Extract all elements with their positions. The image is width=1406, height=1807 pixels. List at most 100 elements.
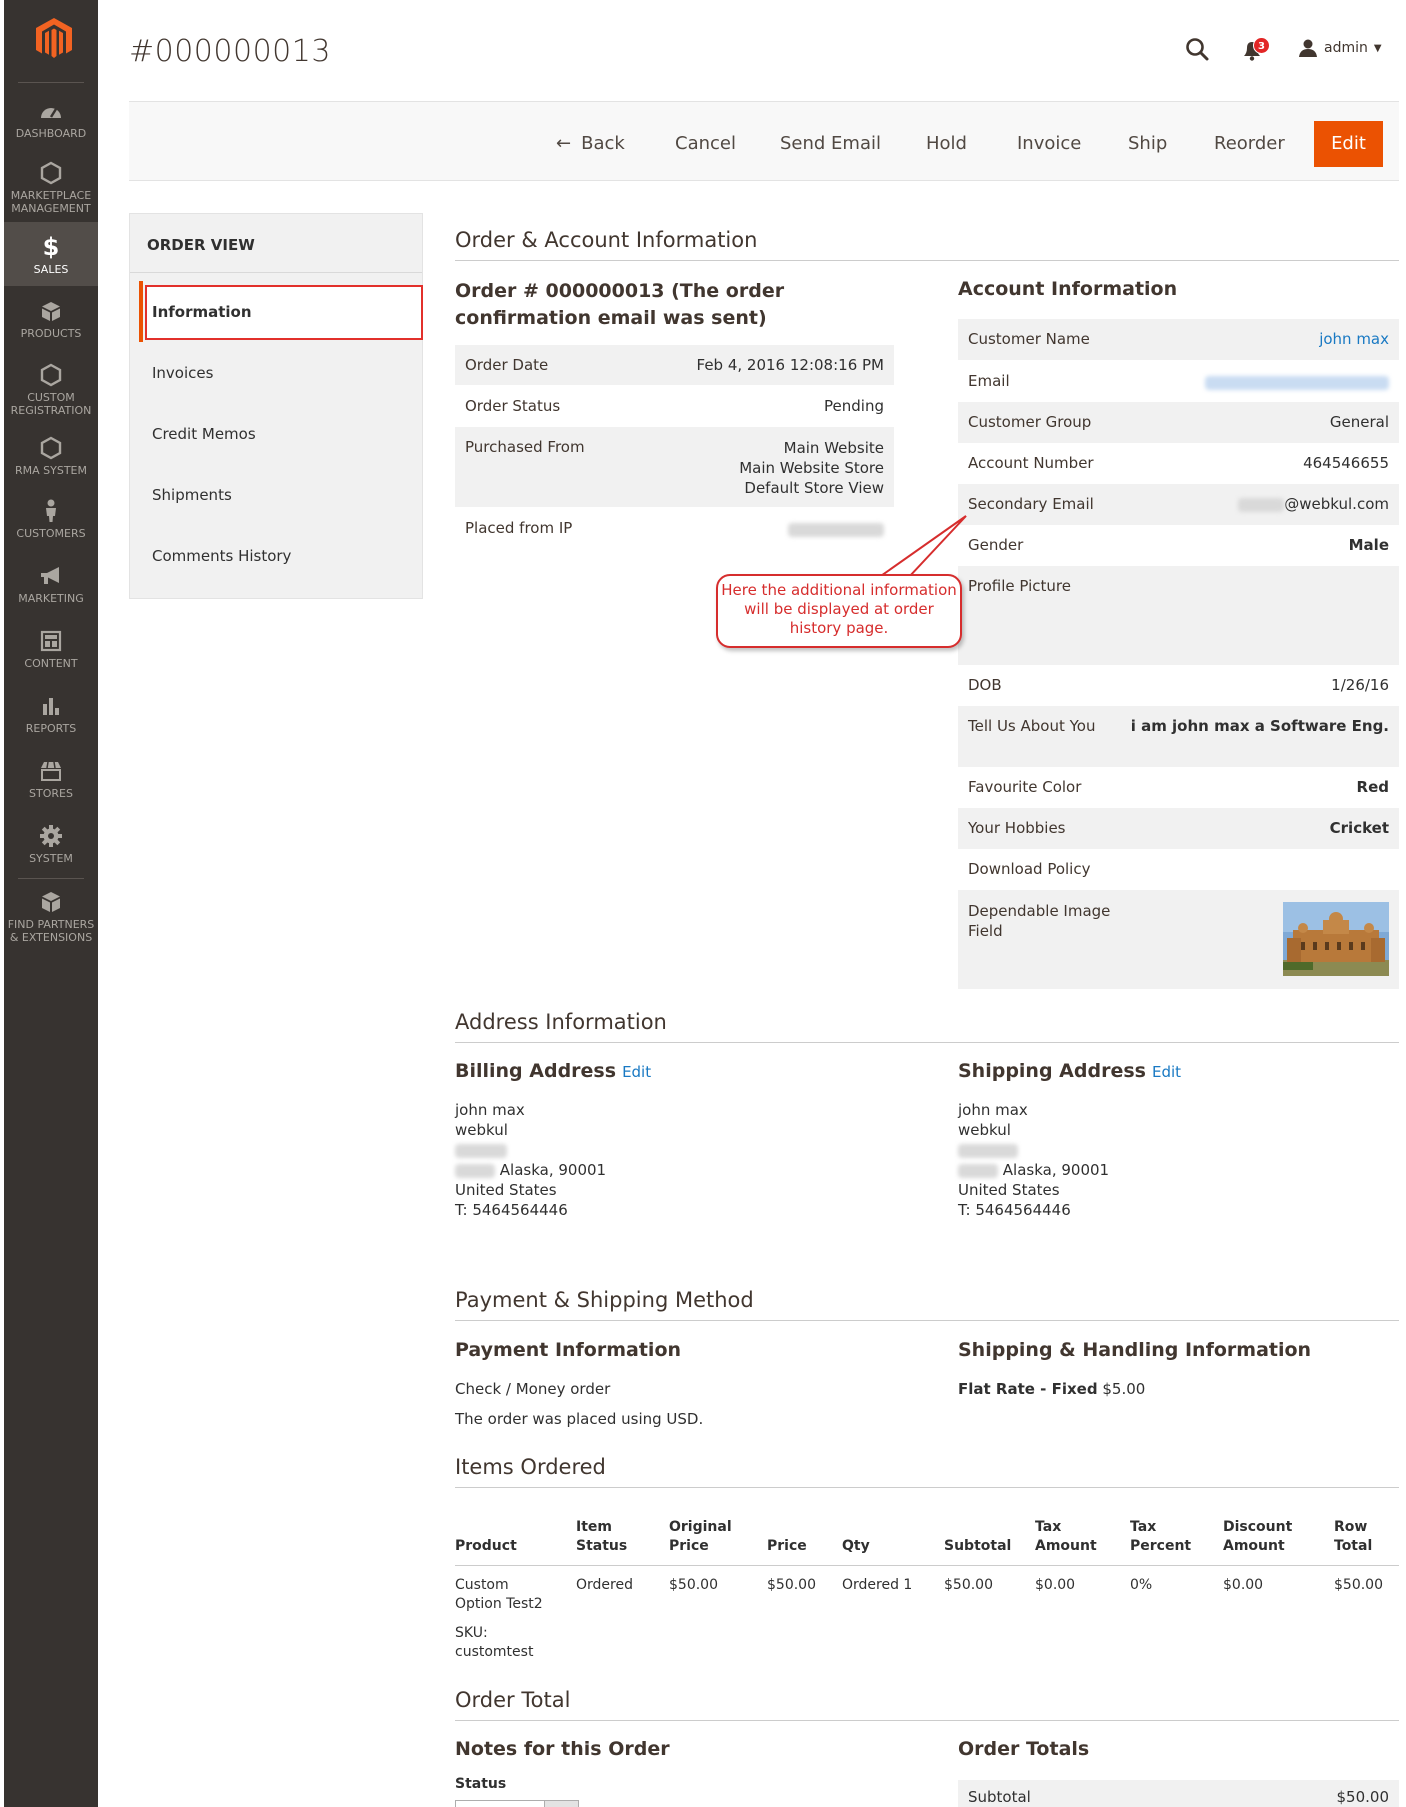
dollar-icon: $ <box>42 233 60 261</box>
nav-marketing[interactable]: MARKETING <box>4 563 98 609</box>
nav-products[interactable]: PRODUCTS <box>4 298 98 344</box>
dob-row: DOB 1/26/16 <box>968 676 1389 694</box>
cube-icon <box>38 298 64 324</box>
redacted-email[interactable] <box>1205 373 1389 391</box>
redacted-street <box>958 1140 1109 1160</box>
dashboard-icon <box>38 98 64 124</box>
search-icon[interactable] <box>1184 36 1210 62</box>
tabs-divider <box>130 272 422 273</box>
order-account-section-title: Order & Account Information <box>455 228 1399 261</box>
product-name: Custom Option Test2 <box>455 1577 543 1612</box>
ship-button[interactable]: Ship <box>1128 124 1167 164</box>
tab-shipments[interactable]: Shipments <box>152 486 232 504</box>
annotation-callout: Here the additional information will be … <box>716 574 962 648</box>
your-hobbies-row: Your Hobbies Cricket <box>958 808 1399 849</box>
megaphone-icon <box>38 563 64 589</box>
billing-heading: Billing Address Edit <box>455 1060 652 1082</box>
arrow-left-icon: ← <box>556 133 572 154</box>
favourite-color-row: Favourite Color Red <box>968 778 1389 796</box>
sku-label: SKU: <box>455 1625 488 1641</box>
email-row: Email <box>958 361 1399 402</box>
placed-from-ip-row: Placed from IP <box>455 508 894 548</box>
page-actions-toolbar: ← Back Cancel Send Email Hold Invoice Sh… <box>129 101 1399 181</box>
bar-chart-icon <box>38 693 64 719</box>
nav-system[interactable]: SYSTEM <box>4 823 98 869</box>
user-name: admin <box>1324 40 1368 56</box>
account-heading: Account Information <box>958 278 1178 300</box>
send-email-button[interactable]: Send Email <box>780 124 881 164</box>
cancel-button[interactable]: Cancel <box>675 124 736 164</box>
tab-invoices[interactable]: Invoices <box>152 364 213 382</box>
payment-section-title: Payment & Shipping Method <box>455 1288 1399 1321</box>
callout-pointer <box>876 515 967 578</box>
nav-find-partners[interactable]: FIND PARTNERS & EXTENSIONS <box>4 889 98 949</box>
notes-heading: Notes for this Order <box>455 1738 670 1760</box>
order-heading: Order # 000000013 (The order confirmatio… <box>455 280 785 329</box>
palace-image[interactable] <box>1283 902 1389 976</box>
sku-value: customtest <box>455 1644 534 1660</box>
shipping-edit-link[interactable]: Edit <box>1152 1063 1181 1081</box>
redacted-street <box>455 1140 606 1160</box>
tell-us-about-you-row: Tell Us About You i am john max a Softwa… <box>958 706 1399 767</box>
address-section-title: Address Information <box>455 1010 1399 1043</box>
nav-reports[interactable]: REPORTS <box>4 693 98 739</box>
page-title: #000000013 <box>129 34 331 69</box>
caret-down-icon: ▼ <box>1373 42 1382 54</box>
hexagon-icon <box>38 362 64 388</box>
user-icon <box>1299 39 1317 57</box>
back-button[interactable]: ← Back <box>556 124 625 164</box>
order-totals-heading: Order Totals <box>958 1738 1090 1760</box>
nav-sales[interactable]: $ SALES <box>4 222 98 286</box>
active-tab-indicator <box>139 281 143 342</box>
invoice-button[interactable]: Invoice <box>1017 124 1081 164</box>
tab-comments-history[interactable]: Comments History <box>152 547 291 565</box>
purchased-from-row: Purchased From Main Website Main Website… <box>455 427 894 507</box>
payment-method: Check / Money order <box>455 1380 611 1398</box>
person-icon <box>38 498 64 524</box>
tabs-title: ORDER VIEW <box>147 236 255 254</box>
order-total-section-title: Order Total <box>455 1688 1399 1721</box>
nav-stores[interactable]: STORES <box>4 758 98 804</box>
storefront-icon <box>38 758 64 784</box>
payment-heading: Payment Information <box>455 1339 682 1361</box>
tab-information[interactable]: Information <box>145 285 423 340</box>
status-label: Status <box>455 1776 507 1792</box>
nav-content[interactable]: CONTENT <box>4 628 98 674</box>
edit-button[interactable]: Edit <box>1314 121 1383 167</box>
hold-button[interactable]: Hold <box>926 124 967 164</box>
nav-dashboard[interactable]: DASHBOARD <box>4 98 98 144</box>
nav-custom-registration[interactable]: CUSTOM REGISTRATION <box>4 362 98 418</box>
nav-customers[interactable]: CUSTOMERS <box>4 498 98 544</box>
shipping-method: Flat Rate - Fixed $5.00 <box>958 1380 1146 1398</box>
gender-row: Gender Male <box>968 536 1389 554</box>
nav-divider <box>18 878 84 879</box>
nav-rma-system[interactable]: RMA SYSTEM <box>4 435 98 481</box>
user-menu[interactable]: admin ▼ <box>1298 38 1382 58</box>
customer-name-link[interactable]: john max <box>1319 330 1389 348</box>
nav-marketplace-management[interactable]: MARKETPLACE MANAGEMENT <box>4 160 98 216</box>
shipping-address: john max webkul Alaska, 90001 United Sta… <box>958 1101 1110 1219</box>
reorder-button[interactable]: Reorder <box>1214 124 1285 164</box>
profile-picture-row: Profile Picture <box>958 566 1399 665</box>
boxes-icon <box>38 889 64 915</box>
billing-edit-link[interactable]: Edit <box>622 1063 651 1081</box>
subtotal-row: Subtotal $50.00 <box>958 1780 1399 1807</box>
hexagon-icon <box>38 160 64 186</box>
shipping-heading: Shipping Address Edit <box>958 1060 1182 1082</box>
layout-icon <box>38 628 64 654</box>
logo-divider <box>18 82 84 83</box>
secondary-email-row: Secondary Email @webkul.com <box>958 484 1399 525</box>
tab-credit-memos[interactable]: Credit Memos <box>152 425 256 443</box>
customer-name-row: Customer Name john max <box>958 319 1399 360</box>
items-section-title: Items Ordered <box>455 1455 1399 1488</box>
status-select[interactable] <box>455 1800 579 1807</box>
currency-note: The order was placed using USD. <box>455 1410 704 1428</box>
account-number-row: Account Number 464546655 <box>968 454 1389 472</box>
shipping-handling-heading: Shipping & Handling Information <box>958 1339 1312 1361</box>
customer-group-row: Customer Group General <box>958 402 1399 443</box>
gear-icon <box>38 823 64 849</box>
order-view-tabs: ORDER VIEW Information Invoices Credit M… <box>129 213 423 599</box>
download-policy-row: Download Policy <box>968 860 1091 878</box>
billing-address: john max webkul Alaska, 90001 United Sta… <box>455 1101 607 1219</box>
magento-logo[interactable] <box>34 16 74 60</box>
